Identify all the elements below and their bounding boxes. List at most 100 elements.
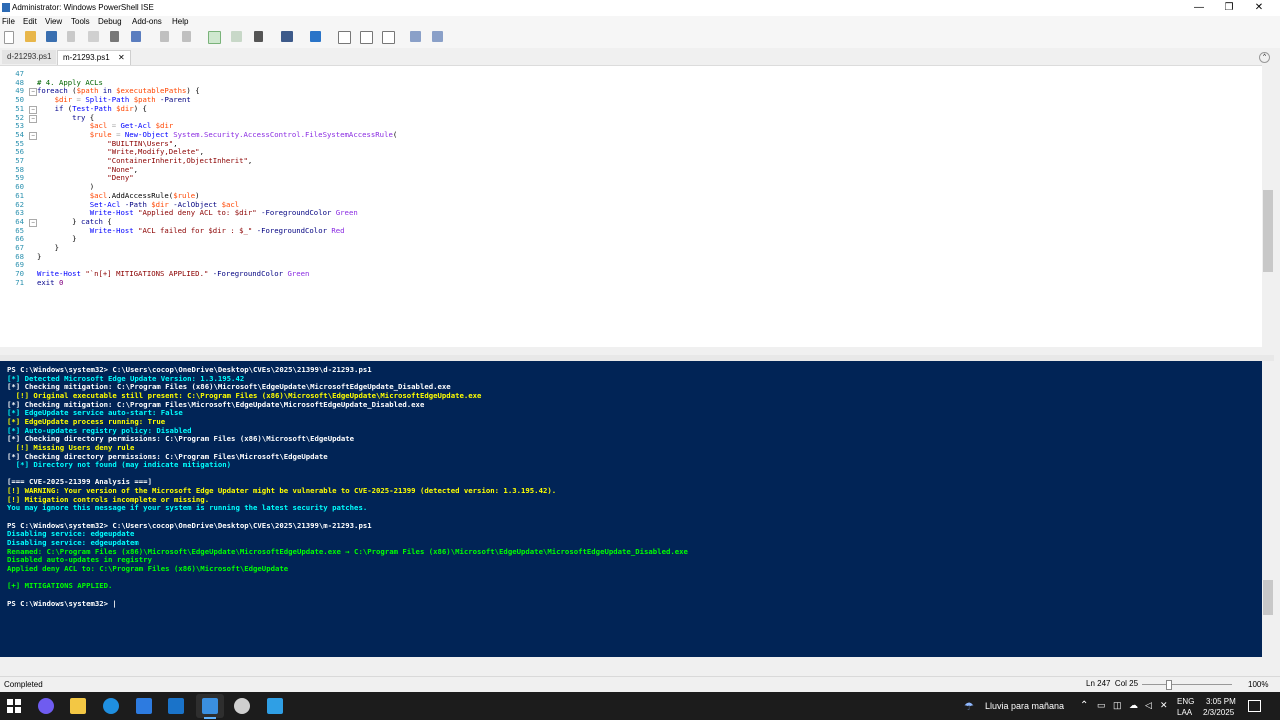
cloud-icon[interactable]: ☁: [1129, 700, 1138, 711]
powershell-ise-icon[interactable]: [202, 698, 218, 714]
console-line: Applied deny ACL to: C:\Program Files (x…: [7, 563, 289, 573]
code-token: Write-Host: [89, 208, 134, 218]
paste-icon[interactable]: [110, 31, 119, 42]
code-token: -ForegroundColor: [256, 208, 332, 218]
language-bottom[interactable]: LAA: [1177, 708, 1192, 717]
weather-text[interactable]: Lluvia para mañana: [985, 701, 1064, 711]
code-token: ,: [173, 138, 178, 148]
console-line: [+] MITIGATIONS APPLIED.: [7, 581, 113, 591]
start-icon[interactable]: [6, 698, 22, 714]
code-token: Red: [326, 225, 345, 235]
visual-studio-icon[interactable]: [267, 698, 283, 714]
code-token: ) {: [133, 103, 147, 113]
code-token: "`n[+] MITIGATIONS APPLIED.": [85, 269, 209, 279]
cut-icon[interactable]: [67, 31, 75, 42]
code-token: Test-Path: [72, 103, 112, 113]
clock-date[interactable]: 2/3/2025: [1203, 708, 1234, 717]
menu-edit[interactable]: Edit: [23, 17, 37, 26]
show-command-window-icon[interactable]: [410, 31, 421, 42]
zoom-slider-track[interactable]: [1142, 684, 1232, 685]
code-token: ,: [133, 164, 139, 174]
tab-m-21293[interactable]: m-21293.ps1 ✕: [57, 50, 131, 65]
taskbar: ☂ Lluvia para mañana ⌃ ▭ ◫ ☁ ◁ ✕ ENG LAA…: [0, 692, 1280, 720]
run-script-icon[interactable]: [208, 31, 221, 44]
script-editor[interactable]: 47 48 # 4. Apply ACLs 49− foreach ($path in …: [0, 65, 1262, 348]
code-token: Split-Path: [85, 95, 130, 105]
speaker-icon[interactable]: ◁: [1145, 700, 1152, 711]
tab-d-21293[interactable]: d-21293.ps1: [2, 50, 57, 64]
store-icon[interactable]: [136, 698, 152, 714]
editor-scroll-thumb[interactable]: [1263, 190, 1273, 272]
console-scroll-thumb[interactable]: [1263, 580, 1273, 615]
code-token: $executablePaths: [116, 86, 187, 96]
copy-icon[interactable]: [88, 31, 99, 42]
code-token: $rule: [89, 129, 112, 139]
show-command-addon-icon[interactable]: [432, 31, 443, 42]
code-line: 66 }: [0, 234, 1262, 244]
code-token: catch: [80, 216, 103, 226]
window-edge: [1274, 48, 1280, 668]
show-script-pane-maximized-icon[interactable]: [382, 31, 395, 44]
powershell-console-icon[interactable]: [310, 31, 321, 42]
mic-icon[interactable]: ✕: [1160, 700, 1168, 711]
line-number: 71: [15, 277, 24, 287]
powershell-ise-app-icon: [2, 3, 10, 12]
code-token: "Applied deny ACL to: $dir": [138, 208, 257, 218]
menu-view[interactable]: View: [45, 17, 62, 26]
status-bar: Completed Ln 247 Col 25 100%: [0, 676, 1280, 693]
clock-time[interactable]: 3:05 PM: [1206, 697, 1236, 706]
console-line: You may ignore this message if your syst…: [7, 503, 368, 513]
show-script-pane-top-icon[interactable]: [338, 31, 351, 44]
close-button[interactable]: ✕: [1244, 0, 1274, 16]
restore-button[interactable]: ❐: [1214, 0, 1244, 16]
code-token: Write-Host: [89, 225, 134, 235]
collapse-script-pane-icon[interactable]: ^: [1259, 52, 1270, 63]
clear-icon[interactable]: [131, 31, 141, 42]
code-token: exit: [37, 277, 55, 287]
edge-icon[interactable]: [103, 698, 119, 714]
network-icon[interactable]: ◫: [1113, 700, 1122, 711]
mail-icon[interactable]: [168, 698, 184, 714]
editor-horizontal-scrollbar[interactable]: [0, 347, 1262, 355]
stop-icon[interactable]: [254, 31, 263, 42]
file-explorer-icon[interactable]: [70, 698, 86, 714]
code-text: Write-Host "`n[+] MITIGATIONS APPLIED." …: [37, 269, 309, 279]
code-token: New-Object: [124, 129, 169, 139]
minimize-button[interactable]: —: [1184, 0, 1214, 16]
settings-icon[interactable]: [234, 698, 250, 714]
zoom-slider-thumb[interactable]: [1166, 680, 1172, 690]
code-token: foreach: [37, 86, 73, 96]
menu-help[interactable]: Help: [172, 17, 188, 26]
open-icon[interactable]: [25, 31, 36, 42]
code-line: 52− try {: [0, 113, 1262, 123]
language-top[interactable]: ENG: [1177, 697, 1194, 706]
code-line: 50 $dir = Split-Path $path -Parent: [0, 95, 1262, 105]
code-text: exit 0: [37, 277, 63, 288]
code-token: -ForegroundColor: [252, 225, 327, 235]
run-selection-icon[interactable]: [231, 31, 242, 42]
menu-add-ons[interactable]: Add-ons: [132, 17, 162, 26]
battery-icon[interactable]: ▭: [1097, 700, 1106, 711]
code-line: 57 "ContainerInherit,ObjectInherit",: [0, 156, 1262, 166]
undo-icon[interactable]: [160, 31, 169, 42]
notification-icon[interactable]: [1248, 700, 1261, 712]
new-script-icon[interactable]: [4, 31, 14, 44]
menu-tools[interactable]: Tools: [71, 17, 90, 26]
menu-debug[interactable]: Debug: [98, 17, 122, 26]
copilot-icon[interactable]: [38, 698, 54, 714]
redo-icon[interactable]: [182, 31, 191, 42]
menu-file[interactable]: File: [2, 17, 15, 26]
code-token: =: [107, 121, 121, 131]
show-script-pane-right-icon[interactable]: [360, 31, 373, 44]
remote-powershell-icon[interactable]: [281, 31, 293, 42]
save-icon[interactable]: [46, 31, 57, 42]
console-pane[interactable]: PS C:\Windows\system32> C:\Users\cocop\O…: [0, 361, 1262, 657]
tab-close-icon[interactable]: ✕: [118, 53, 125, 62]
chevron-up-icon[interactable]: ⌃: [1080, 700, 1088, 711]
